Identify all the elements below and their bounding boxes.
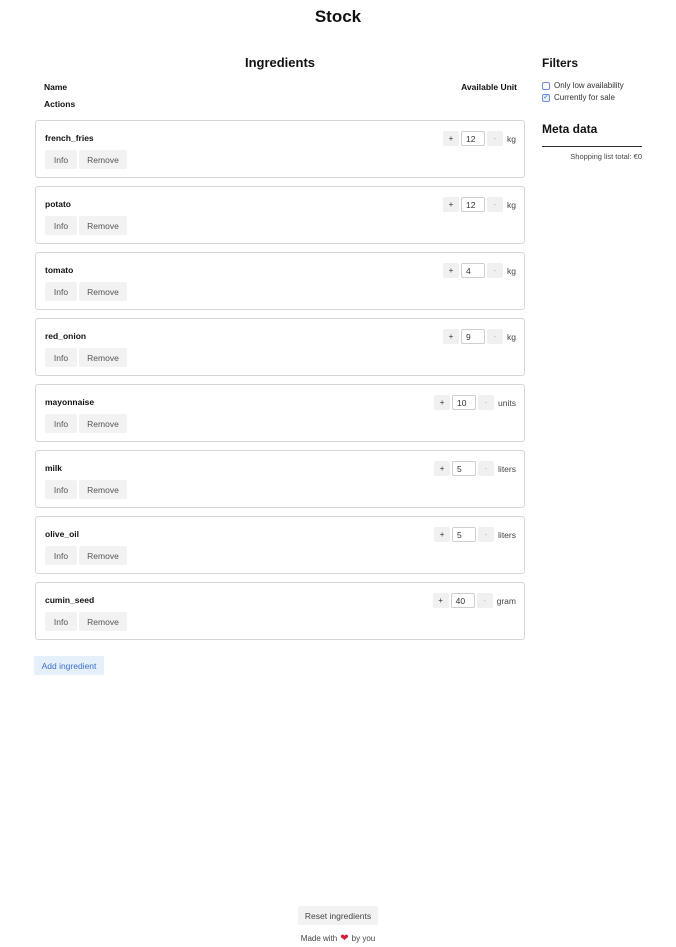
ingredient-name: cumin_seed xyxy=(45,595,95,605)
decrement-button[interactable]: - xyxy=(476,593,493,608)
decrement-button[interactable]: - xyxy=(478,395,495,410)
unit-label: liters xyxy=(498,463,516,474)
remove-button[interactable]: Remove xyxy=(79,612,127,631)
ingredient-card: french_fries + 12 - kg Info Remove xyxy=(35,120,525,178)
heart-icon: ❤ xyxy=(340,933,349,944)
remove-button[interactable]: Remove xyxy=(79,282,127,301)
remove-button[interactable]: Remove xyxy=(79,480,127,499)
reset-ingredients-button[interactable]: Reset ingredients xyxy=(298,906,378,925)
add-ingredient-button[interactable]: Add ingredient xyxy=(34,656,104,675)
increment-button[interactable]: + xyxy=(443,131,460,146)
ingredient-name: tomato xyxy=(45,265,74,275)
ingredient-card: mayonnaise + 10 - units Info Remove xyxy=(35,384,525,442)
increment-button[interactable]: + xyxy=(432,593,449,608)
quantity-stepper: + 5 - liters xyxy=(434,527,516,542)
ingredient-name: potato xyxy=(45,199,71,209)
column-header-actions: Actions xyxy=(44,99,76,109)
decrement-button[interactable]: - xyxy=(478,461,495,476)
quantity-input[interactable]: 12 xyxy=(461,131,486,146)
ingredient-card: olive_oil + 5 - liters Info Remove xyxy=(35,516,525,574)
info-button[interactable]: Info xyxy=(45,282,77,301)
quantity-stepper: + 12 - kg xyxy=(443,197,516,212)
decrement-button[interactable]: - xyxy=(487,329,504,344)
quantity-input[interactable]: 9 xyxy=(461,329,486,344)
page-title: Stock xyxy=(314,7,362,26)
divider xyxy=(542,146,642,147)
quantity-stepper: + 9 - kg xyxy=(443,329,516,344)
footer-by: by you xyxy=(351,934,376,943)
footer-made-with: Made with xyxy=(300,934,338,943)
remove-button[interactable]: Remove xyxy=(79,546,127,565)
info-button[interactable]: Info xyxy=(45,216,77,235)
ingredient-name: mayonnaise xyxy=(45,397,95,407)
ingredient-card: cumin_seed + 40 - gram Info Remove xyxy=(35,582,525,640)
info-button[interactable]: Info xyxy=(45,612,77,631)
info-button[interactable]: Info xyxy=(45,480,77,499)
unit-label: kg xyxy=(507,199,516,210)
quantity-stepper: + 4 - kg xyxy=(443,263,516,278)
quantity-input[interactable]: 4 xyxy=(461,263,486,278)
unit-label: units xyxy=(498,397,516,408)
info-button[interactable]: Info xyxy=(45,546,77,565)
increment-button[interactable]: + xyxy=(443,329,460,344)
ingredient-card: red_onion + 9 - kg Info Remove xyxy=(35,318,525,376)
increment-button[interactable]: + xyxy=(443,263,460,278)
unit-label: kg xyxy=(507,265,516,276)
quantity-stepper: + 12 - kg xyxy=(443,131,516,146)
ingredient-name: milk xyxy=(45,463,63,473)
ingredients-title: Ingredients xyxy=(244,55,316,70)
ingredient-name: olive_oil xyxy=(45,529,80,539)
quantity-input[interactable]: 12 xyxy=(461,197,486,212)
checkbox-low-availability[interactable] xyxy=(542,81,550,90)
unit-label: gram xyxy=(496,595,516,606)
quantity-input[interactable]: 5 xyxy=(452,527,477,542)
quantity-stepper: + 5 - liters xyxy=(434,461,516,476)
column-header-available-unit: Available Unit xyxy=(461,82,517,92)
info-button[interactable]: Info xyxy=(45,348,77,367)
filter-currently-for-sale[interactable]: ✓ Currently for sale xyxy=(542,93,615,102)
increment-button[interactable]: + xyxy=(443,197,460,212)
info-button[interactable]: Info xyxy=(45,414,77,433)
remove-button[interactable]: Remove xyxy=(79,216,127,235)
remove-button[interactable]: Remove xyxy=(79,348,127,367)
column-header-name: Name xyxy=(44,82,68,92)
unit-label: kg xyxy=(507,331,516,342)
decrement-button[interactable]: - xyxy=(478,527,495,542)
decrement-button[interactable]: - xyxy=(487,131,504,146)
unit-label: kg xyxy=(507,133,516,144)
increment-button[interactable]: + xyxy=(434,395,451,410)
ingredient-card: tomato + 4 - kg Info Remove xyxy=(35,252,525,310)
remove-button[interactable]: Remove xyxy=(79,414,127,433)
info-button[interactable]: Info xyxy=(45,150,77,169)
meta-data-title: Meta data xyxy=(542,122,598,136)
filter-label: Only low availability xyxy=(554,81,624,90)
shopping-list-total: Shopping list total: €0 xyxy=(570,152,642,161)
ingredient-card: potato + 12 - kg Info Remove xyxy=(35,186,525,244)
quantity-input[interactable]: 5 xyxy=(452,461,477,476)
ingredient-name: red_onion xyxy=(45,331,87,341)
ingredient-name: french_fries xyxy=(45,133,94,143)
decrement-button[interactable]: - xyxy=(487,263,504,278)
quantity-input[interactable]: 40 xyxy=(450,593,475,608)
unit-label: liters xyxy=(498,529,516,540)
remove-button[interactable]: Remove xyxy=(79,150,127,169)
increment-button[interactable]: + xyxy=(434,461,451,476)
filter-label: Currently for sale xyxy=(554,93,615,102)
decrement-button[interactable]: - xyxy=(487,197,504,212)
quantity-stepper: + 40 - gram xyxy=(432,593,516,608)
filter-low-availability[interactable]: Only low availability xyxy=(542,81,624,90)
footer: Made with ❤ by you xyxy=(0,933,676,944)
ingredient-card: milk + 5 - liters Info Remove xyxy=(35,450,525,508)
quantity-input[interactable]: 10 xyxy=(452,395,477,410)
filters-title: Filters xyxy=(542,56,579,70)
increment-button[interactable]: + xyxy=(434,527,451,542)
quantity-stepper: + 10 - units xyxy=(434,395,516,410)
checkbox-currently-for-sale[interactable]: ✓ xyxy=(542,93,550,102)
